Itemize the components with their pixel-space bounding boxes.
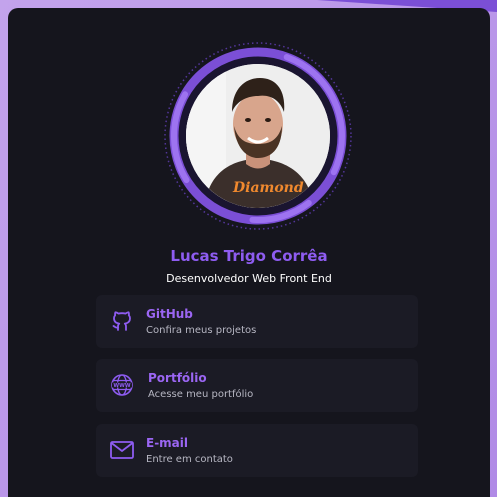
portfolio-link-title: Portfólio: [148, 371, 207, 385]
github-link-subtitle: Confira meus projetos: [146, 325, 257, 336]
mail-icon: [110, 441, 134, 459]
portfolio-link-subtitle: Acesse meu portfólio: [148, 389, 254, 400]
profile-card: Diamond Lucas Trigo Corrêa Desenvolvedor…: [8, 8, 490, 497]
globe-www-icon: WWW: [111, 374, 133, 396]
svg-text:Diamond: Diamond: [232, 180, 304, 196]
profile-name: Lucas Trigo Corrêa: [170, 247, 328, 265]
github-link-title: GitHub: [146, 307, 193, 321]
profile-photo: Diamond: [186, 64, 330, 208]
github-link-button[interactable]: GitHub Confira meus projetos: [96, 295, 418, 348]
portfolio-link-button[interactable]: WWW Portfólio Acesse meu portfólio: [96, 359, 418, 412]
email-link-button[interactable]: E-mail Entre em contato: [96, 424, 418, 477]
avatar: Diamond: [161, 39, 355, 233]
email-link-title: E-mail: [146, 436, 189, 450]
svg-text:WWW: WWW: [113, 383, 130, 389]
github-icon: [112, 311, 131, 331]
profile-role: Desenvolvedor Web Front End: [166, 272, 332, 285]
email-link-subtitle: Entre em contato: [146, 454, 233, 465]
